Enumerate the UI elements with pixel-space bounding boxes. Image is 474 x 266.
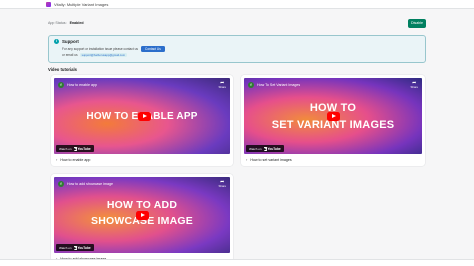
video-card-set-variant-images: f How To Set Variant Images ➦ Share HOW T… — [241, 75, 425, 166]
video-card-enable-app: f How to enable app ➦ Share HOW TO ENABLE… — [51, 75, 233, 166]
watch-on-youtube-button[interactable]: Watch on ▶YouTube — [56, 244, 94, 251]
video-overlay-title-line1: HOW TO ADD — [106, 199, 178, 211]
youtube-label: YouTube — [267, 146, 281, 151]
watch-on-label: Watch on — [59, 245, 72, 250]
video-caption[interactable]: › How to enable app — [54, 157, 230, 163]
video-title[interactable]: How to enable app — [67, 83, 97, 87]
email-label: or email us — [62, 53, 78, 57]
status-value: Enabled — [69, 21, 84, 25]
video-caption-text: How to enable app — [60, 158, 91, 162]
contact-us-button[interactable]: Contact Us — [141, 46, 165, 52]
support-text: For any support or installation issue pl… — [62, 47, 139, 51]
app-status-bar: App Status: Enabled Disable — [48, 17, 426, 29]
channel-avatar[interactable]: f — [58, 181, 64, 187]
youtube-label: YouTube — [77, 245, 91, 250]
app-header: Vitally: Multiple Variant Images — [0, 0, 474, 9]
app-title: Vitally: Multiple Variant Images — [54, 1, 109, 7]
share-label: Share — [410, 85, 418, 89]
video-overlay-title-line2: SET VARIANT IMAGES — [271, 119, 395, 131]
status-label: App Status: — [48, 21, 67, 25]
share-button[interactable]: ➦ Share — [219, 81, 226, 89]
video-title[interactable]: How To Set Variant Images — [257, 83, 300, 87]
disable-button[interactable]: Disable — [408, 18, 426, 28]
chevron-right-icon: › — [56, 157, 58, 162]
youtube-logo-icon: ▶YouTube — [73, 245, 91, 250]
youtube-logo-icon: ▶YouTube — [263, 146, 281, 151]
chevron-right-icon: › — [246, 157, 248, 162]
watch-on-youtube-button[interactable]: Watch on ▶YouTube — [56, 145, 94, 152]
youtube-label: YouTube — [77, 146, 91, 151]
watch-on-label: Watch on — [249, 146, 262, 151]
video-tutorials-heading: Video tutorials — [48, 67, 78, 72]
support-title: Support — [62, 39, 79, 44]
info-icon: i — [54, 39, 59, 44]
play-icon[interactable] — [135, 210, 149, 220]
app-logo-icon — [46, 1, 51, 7]
video-player[interactable]: f How to add showcase image ➦ Share HOW T… — [54, 177, 230, 253]
play-icon[interactable] — [138, 111, 151, 121]
video-card-add-showcase-image: f How to add showcase image ➦ Share HOW T… — [51, 174, 233, 265]
watch-on-youtube-button[interactable]: Watch on ▶YouTube — [246, 145, 284, 152]
app-status: App Status: Enabled — [48, 21, 84, 25]
bottom-bar — [0, 259, 474, 266]
video-caption-text: How to set variant images — [250, 158, 292, 162]
play-icon[interactable] — [326, 111, 340, 121]
video-player[interactable]: f How to enable app ➦ Share HOW TO ENABLE… — [54, 78, 230, 154]
video-caption[interactable]: › How to set variant images — [244, 157, 422, 163]
video-player[interactable]: f How To Set Variant Images ➦ Share HOW T… — [244, 78, 422, 154]
channel-avatar[interactable]: f — [248, 82, 254, 88]
support-email-link[interactable]: support@harborusapp@gmail.com — [79, 53, 128, 57]
share-button[interactable]: ➦ Share — [219, 180, 226, 188]
youtube-logo-icon: ▶YouTube — [73, 146, 91, 151]
share-label: Share — [218, 85, 226, 89]
support-banner: i Support For any support or installatio… — [48, 35, 426, 63]
watch-on-label: Watch on — [59, 146, 72, 151]
share-button[interactable]: ➦ Share — [411, 81, 418, 89]
video-title[interactable]: How to add showcase image — [67, 182, 113, 186]
channel-avatar[interactable]: f — [58, 82, 64, 88]
share-label: Share — [218, 184, 226, 188]
